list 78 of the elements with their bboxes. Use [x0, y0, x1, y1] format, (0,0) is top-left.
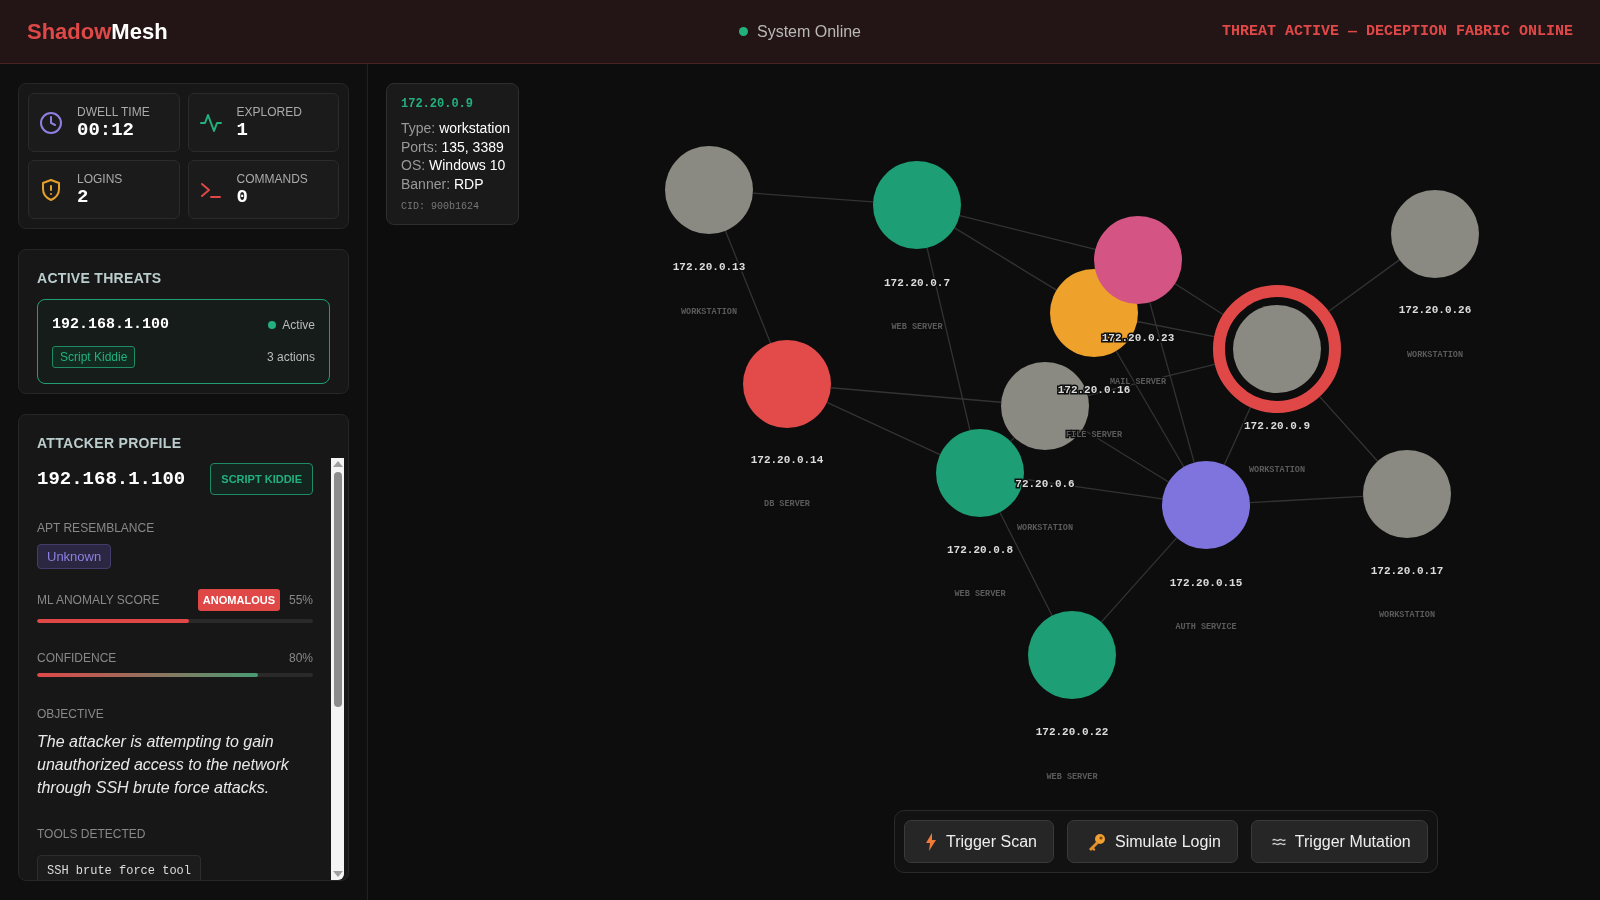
objective-text: The attacker is attempting to gain unauthorized access to the network through SSH brute force attacks.: [37, 732, 290, 798]
wave-icon: [1271, 836, 1286, 847]
stat-value: 1: [236, 118, 249, 141]
stat-value: 0: [236, 185, 249, 208]
node-address-label: 172.20.0.22: [1035, 726, 1109, 738]
ip-address: 192.168.1.100: [37, 468, 186, 490]
node-type-label: DB SERVER: [764, 499, 810, 509]
cid-text: CID: 900b1624: [401, 201, 480, 212]
detail-text: Banner: RDP: [401, 174, 485, 193]
node-address-label: 172.20.0.9: [1244, 420, 1310, 432]
meter-reading: 80%: [288, 651, 313, 665]
node-type-label: AUTH SERVICE: [1175, 622, 1237, 632]
network-node[interactable]: [1028, 611, 1116, 699]
node-type-label: WORKSTATION: [1248, 465, 1306, 475]
lightning-icon: [925, 832, 937, 851]
stat-label: COMMANDS: [236, 171, 308, 186]
stat-value: 2: [77, 185, 90, 208]
node-address-label: 172.20.0.7: [884, 277, 950, 289]
field-label: APT RESEMBLANCE: [37, 521, 156, 535]
stat-label: DWELL TIME: [77, 104, 150, 119]
meter-reading: 55%: [288, 593, 313, 607]
ip-address: 192.168.1.100: [52, 316, 170, 333]
apt-tag: Unknown: [37, 544, 112, 569]
status-dot: [268, 320, 277, 329]
node-type-label: WEB SERVER: [954, 589, 1006, 599]
action-button[interactable]: Trigger Scan: [904, 820, 1054, 863]
stat-label: EXPLORED: [236, 104, 302, 119]
network-node[interactable]: [873, 161, 961, 249]
threat-status-text: THREAT ACTIVE — DECEPTION FABRIC ONLINE: [1220, 23, 1573, 40]
graph-edge: [1319, 396, 1379, 462]
app-logo: ShadowMesh: [27, 18, 169, 45]
section-title: ATTACKER PROFILE: [37, 435, 183, 451]
field-label: ML ANOMALY SCORE: [37, 593, 161, 607]
action-count: 3 actions: [266, 350, 315, 364]
threat-tag: Script Kiddie: [52, 346, 136, 368]
field-label: TOOLS DETECTED: [37, 827, 147, 841]
ip-address: 172.20.0.9: [401, 97, 474, 111]
node-type-label: MAIL SERVER: [1109, 377, 1167, 387]
node-address-label: 172.20.0.26: [1398, 304, 1472, 316]
node-type-label: WORKSTATION: [1016, 523, 1074, 533]
graph-edge: [1010, 436, 1015, 443]
stat-label: LOGINS: [77, 171, 123, 186]
node-address-label: 172.20.0.15: [1169, 577, 1243, 589]
network-node[interactable]: [1162, 461, 1250, 549]
key-icon: [1088, 832, 1106, 851]
clock-icon: [39, 110, 63, 135]
node-address-label: 172.20.0.17: [1370, 565, 1444, 577]
node-type-label: WORKSTATION: [1406, 350, 1464, 360]
network-node[interactable]: [1363, 450, 1451, 538]
field-label: OBJECTIVE: [37, 707, 105, 721]
status-text: System Online: [756, 22, 861, 41]
network-node[interactable]: [665, 146, 753, 234]
node-address-label: 172.20.0.8: [947, 544, 1013, 556]
detail-text: Ports: 135, 3389: [401, 137, 505, 156]
action-button[interactable]: Simulate Login: [1067, 820, 1238, 863]
field-label: CONFIDENCE: [37, 651, 118, 665]
node-type-label: WEB SERVER: [1046, 772, 1098, 782]
network-node[interactable]: [1391, 190, 1479, 278]
detail-text: OS: Windows 10: [401, 156, 507, 175]
node-type-label: WORKSTATION: [680, 307, 738, 317]
node-type-label: WORKSTATION: [1378, 610, 1436, 620]
tool-chip: SSH brute force tool: [37, 855, 202, 880]
network-node[interactable]: [743, 340, 831, 428]
classification-badge: SCRIPT KIDDIE: [210, 463, 313, 495]
detail-text: Type: workstation: [401, 119, 511, 138]
threat-card[interactable]: 192.168.1.100 Active Script Kiddie 3 actions: [37, 299, 330, 384]
node-address-label: 172.20.0.14: [750, 454, 824, 466]
section-title: ACTIVE THREATS: [37, 270, 163, 286]
node-address-label: 172.20.0.13: [672, 261, 746, 273]
scrollbar[interactable]: [331, 458, 344, 880]
network-node[interactable]: [1094, 216, 1182, 304]
status-text: Active: [282, 317, 315, 332]
stat-value: 00:12: [77, 118, 135, 141]
node-type-label: WEB SERVER: [891, 322, 943, 332]
shield-icon: [39, 177, 63, 202]
anomaly-badge: ANOMALOUS: [197, 589, 280, 611]
action-button[interactable]: Trigger Mutation: [1250, 820, 1428, 863]
network-node[interactable]: [1213, 285, 1341, 413]
